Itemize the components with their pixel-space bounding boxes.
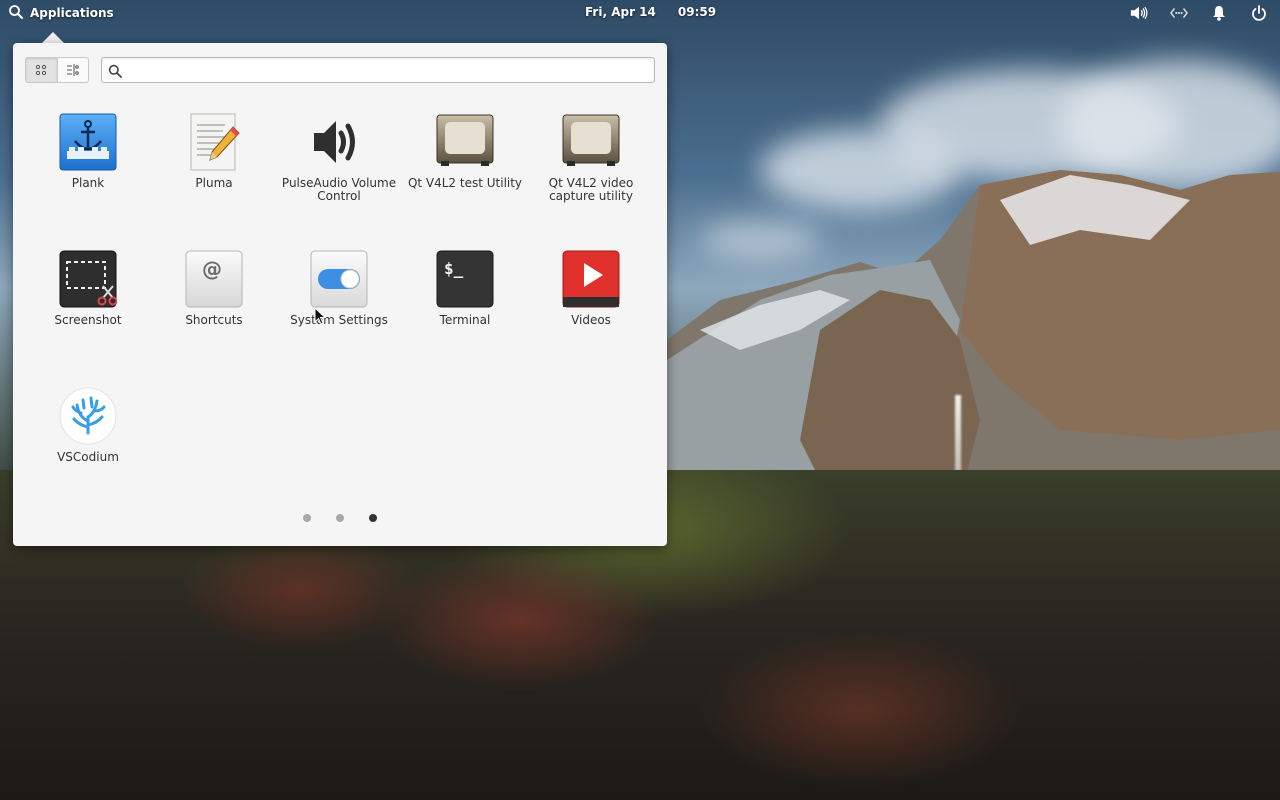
webcam-icon bbox=[562, 113, 620, 171]
app-label: Plank bbox=[71, 176, 105, 190]
app-qt-v4l2-test-utility[interactable]: Qt V4L2 test Utility bbox=[403, 113, 527, 190]
search-input[interactable] bbox=[128, 60, 652, 82]
menu-pointer bbox=[42, 32, 64, 43]
app-qt-v4l2-video-capture-utility[interactable]: Qt V4L2 video capture utility bbox=[529, 113, 653, 203]
app-pluma[interactable]: Pluma bbox=[152, 113, 276, 190]
video-play-icon bbox=[562, 250, 620, 308]
app-label: Shortcuts bbox=[185, 313, 243, 327]
page-dot-1[interactable] bbox=[303, 514, 311, 522]
app-pulseaudio-volume-control[interactable]: PulseAudio Volume Control bbox=[277, 113, 401, 203]
at-sign-icon: @ bbox=[185, 250, 243, 308]
app-label: System Settings bbox=[290, 313, 388, 327]
mouse-cursor-icon bbox=[314, 306, 327, 329]
terminal-icon: $_ bbox=[436, 250, 494, 308]
toggle-switch-icon bbox=[310, 250, 368, 308]
app-screenshot[interactable]: Screenshot bbox=[26, 250, 150, 327]
applications-label: Applications bbox=[30, 6, 114, 20]
pluma-icon bbox=[185, 113, 243, 171]
app-label: Terminal bbox=[439, 313, 491, 327]
power-icon[interactable] bbox=[1250, 4, 1268, 22]
screenshot-icon bbox=[59, 250, 118, 308]
app-vscodium[interactable]: VSCodium bbox=[26, 387, 150, 464]
system-indicators bbox=[1130, 4, 1268, 22]
plank-icon bbox=[59, 113, 117, 171]
grid-view-icon[interactable] bbox=[26, 58, 57, 82]
app-label: Qt V4L2 test Utility bbox=[407, 176, 523, 190]
datetime-indicator[interactable]: Fri, Apr 14 09:59 bbox=[585, 5, 716, 19]
app-label: Qt V4L2 video capture utility bbox=[548, 176, 634, 203]
page-indicator bbox=[303, 514, 377, 522]
webcam-icon bbox=[436, 113, 494, 171]
app-plank[interactable]: Plank bbox=[26, 113, 150, 190]
vscodium-icon bbox=[59, 387, 117, 445]
speaker-icon[interactable] bbox=[1130, 4, 1148, 22]
app-label: PulseAudio Volume Control bbox=[281, 176, 397, 203]
view-mode-switcher bbox=[25, 57, 89, 83]
app-system-settings[interactable]: System Settings bbox=[277, 250, 401, 327]
app-terminal[interactable]: $_ Terminal bbox=[403, 250, 527, 327]
search-icon bbox=[8, 4, 24, 23]
search-field[interactable] bbox=[101, 57, 655, 83]
applications-menu: Plank Pluma PulseAudio Volume Control Qt… bbox=[13, 43, 667, 546]
app-shortcuts[interactable]: @ Shortcuts bbox=[152, 250, 276, 327]
time-label: 09:59 bbox=[677, 5, 717, 19]
search-icon bbox=[108, 63, 122, 82]
svg-text:@: @ bbox=[202, 257, 222, 281]
app-label: VSCodium bbox=[57, 450, 119, 464]
svg-text:$_: $_ bbox=[444, 259, 464, 278]
network-icon[interactable] bbox=[1170, 4, 1188, 22]
speaker-icon bbox=[310, 113, 368, 171]
app-videos[interactable]: Videos bbox=[529, 250, 653, 327]
bell-icon[interactable] bbox=[1210, 4, 1228, 22]
page-dot-3[interactable] bbox=[369, 514, 377, 522]
category-view-icon[interactable] bbox=[56, 58, 89, 82]
top-panel: Applications Fri, Apr 14 09:59 bbox=[0, 0, 1280, 28]
app-label: Pluma bbox=[195, 176, 233, 190]
app-label: Screenshot bbox=[54, 313, 122, 327]
applications-button[interactable]: Applications bbox=[8, 4, 114, 22]
page-dot-2[interactable] bbox=[336, 514, 344, 522]
date-label: Fri, Apr 14 bbox=[585, 5, 656, 19]
app-label: Videos bbox=[571, 313, 611, 327]
